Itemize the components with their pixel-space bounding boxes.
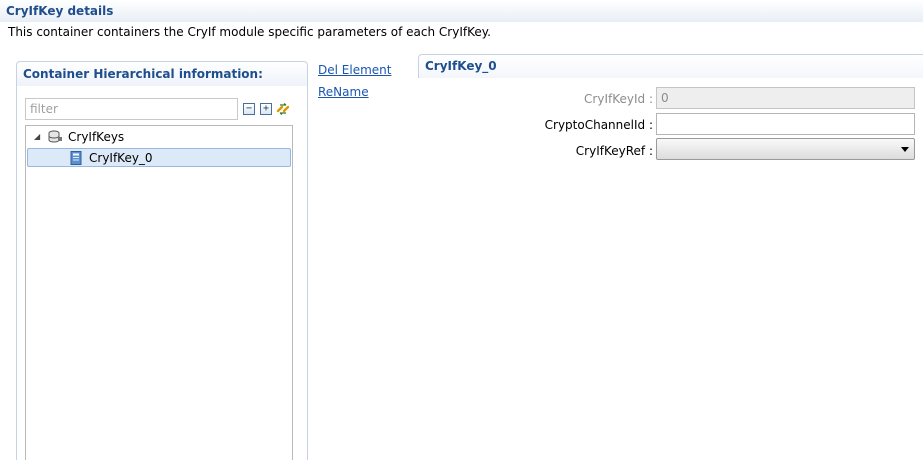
expand-all-button[interactable]: + (259, 102, 273, 116)
link-with-editor-button[interactable] (276, 102, 290, 116)
filter-input[interactable] (25, 98, 238, 120)
section-description: This container containers the CryIf modu… (8, 25, 491, 39)
cryptochannelid-field[interactable] (656, 113, 915, 135)
cryifkeyref-label: CryIfKeyRef : (575, 144, 653, 158)
chevron-down-icon (901, 147, 909, 152)
container-list-icon (48, 130, 62, 142)
expand-all-icon: + (260, 103, 272, 115)
rename-link[interactable]: ReName (318, 85, 369, 99)
cryptochannelid-label: CryptoChannelId : (544, 118, 653, 132)
collapse-all-button[interactable]: − (242, 102, 256, 116)
del-element-link[interactable]: Del Element (318, 63, 391, 77)
expand-triangle-icon[interactable]: ◢ (34, 132, 44, 141)
container-item-icon (70, 150, 82, 165)
tree-node-cryifkey-0[interactable]: CryIfKey_0 (27, 148, 291, 167)
tree-node-label: CryIfKeys (68, 129, 125, 144)
section-header (0, 0, 923, 22)
container-tree[interactable]: ◢ CryIfKeys CryIfKey_0 (25, 125, 293, 460)
container-hierarchy-panel: Container Hierarchical information: − + … (16, 61, 308, 460)
parameters-panel-title: CryIfKey_0 (425, 59, 497, 73)
link-with-editor-icon (276, 103, 290, 115)
tree-node-cryifkeys[interactable]: ◢ CryIfKeys (34, 127, 124, 146)
section-title: CryIfKey details (6, 4, 114, 18)
cryifkeyref-dropdown[interactable] (656, 138, 915, 160)
collapse-all-icon: − (243, 103, 255, 115)
cryifkeyid-field (656, 87, 915, 109)
panel-title: Container Hierarchical information: (23, 67, 263, 81)
parameters-panel-header: CryIfKey_0 (418, 54, 923, 78)
tree-node-label: CryIfKey_0 (89, 150, 153, 165)
cryifkeyid-label: CryIfKeyId : (584, 92, 653, 106)
